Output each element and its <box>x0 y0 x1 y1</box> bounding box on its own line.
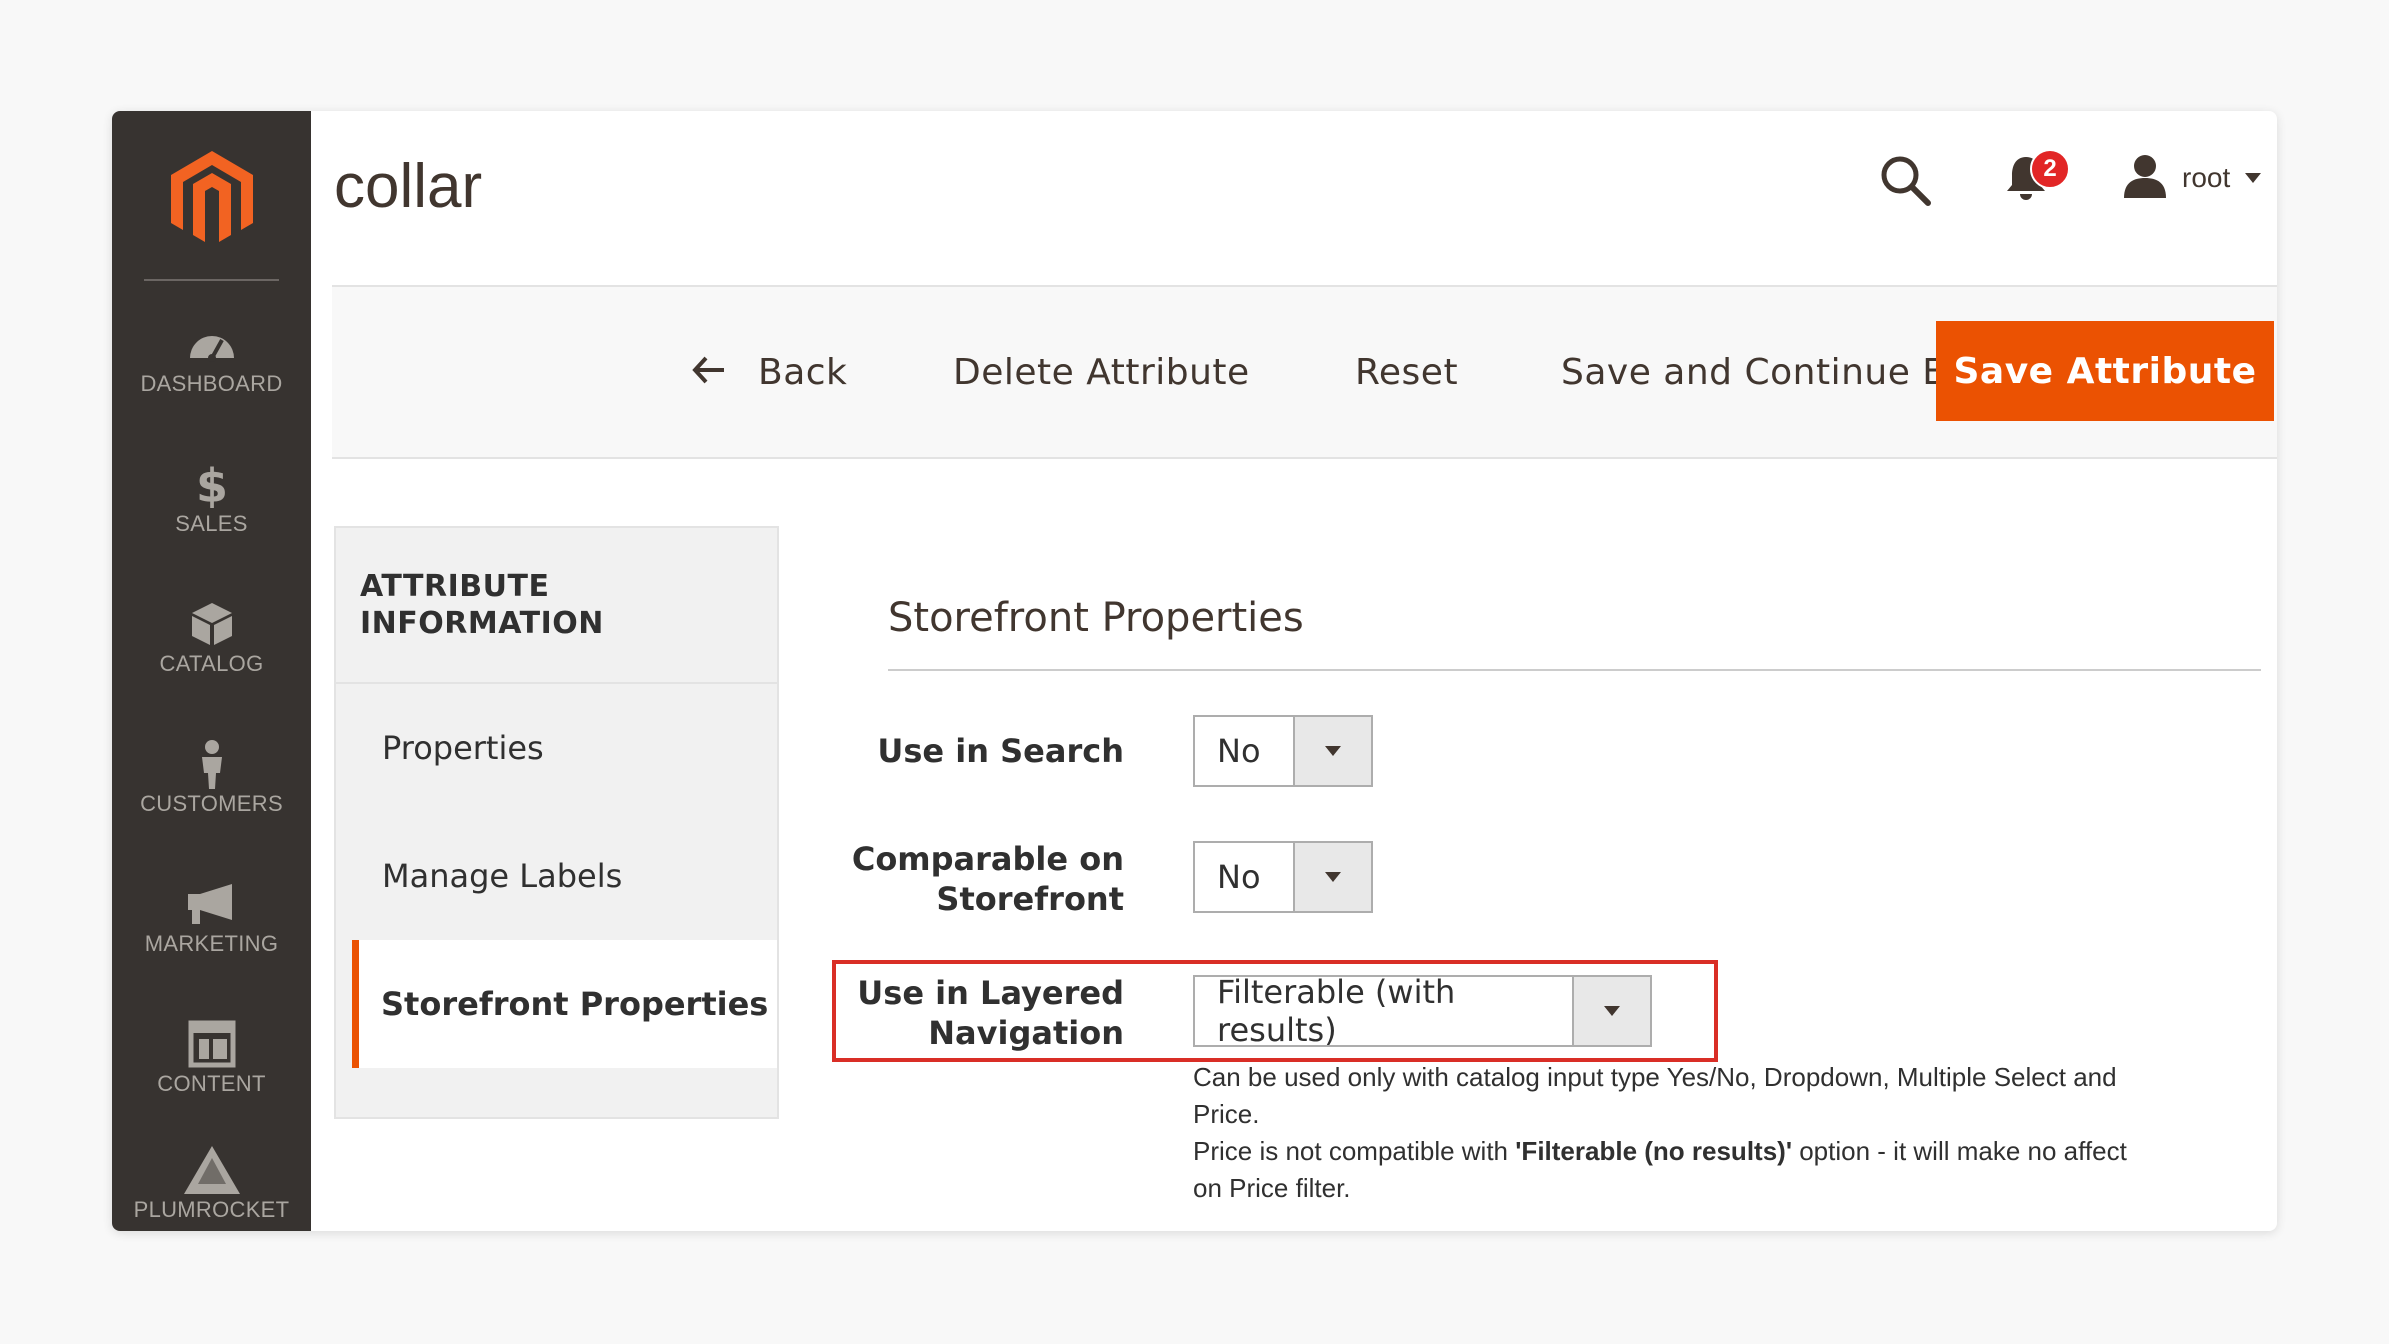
use-in-layered-navigation-select[interactable]: Filterable (with results) <box>1193 973 1652 1049</box>
back-button-label: Back <box>758 351 848 393</box>
sidebar-item-customers[interactable]: CUSTOMERS <box>112 727 311 847</box>
save-attribute-button[interactable]: Save Attribute <box>1936 321 2274 421</box>
svg-text:$: $ <box>195 460 227 508</box>
plumrocket-icon <box>182 1146 242 1194</box>
back-button[interactable]: Back <box>692 287 847 457</box>
dashboard-gauge-icon <box>186 321 238 367</box>
save-and-continue-button[interactable]: Save and Continue Edit <box>1561 287 1994 457</box>
notification-count-badge[interactable]: 2 <box>2030 149 2070 189</box>
tab-manage-labels[interactable]: Manage Labels <box>336 812 777 940</box>
page-title: collar <box>334 152 483 221</box>
sidebar-item-content[interactable]: CONTENT <box>112 1007 311 1127</box>
user-avatar-icon <box>2122 154 2168 202</box>
sidebar-item-plumrocket[interactable]: PLUMROCKET <box>112 1133 311 1231</box>
person-icon <box>195 740 229 789</box>
price-compat-note: Price is not compatible with 'Filterable… <box>1193 1136 2127 1203</box>
box-icon <box>190 601 234 647</box>
attribute-tabs-panel: ATTRIBUTE INFORMATION Properties Manage … <box>334 526 779 1119</box>
search-icon[interactable] <box>1878 153 1932 211</box>
delete-attribute-button[interactable]: Delete Attribute <box>953 287 1250 457</box>
sidebar-item-catalog[interactable]: CATALOG <box>112 587 311 707</box>
tab-properties[interactable]: Properties <box>336 684 777 812</box>
use-in-search-label: Use in Search <box>877 732 1124 770</box>
magento-logo-icon[interactable] <box>167 149 257 247</box>
use-in-layered-navigation-label: Use in Layered Navigation <box>857 974 1124 1052</box>
reset-button[interactable]: Reset <box>1355 287 1458 457</box>
user-name: root <box>2182 162 2231 193</box>
chevron-down-icon <box>1293 843 1371 911</box>
user-account-menu[interactable]: root <box>2122 153 2262 203</box>
sidebar-divider <box>144 279 279 281</box>
layout-icon <box>188 1020 236 1068</box>
comparable-on-storefront-label: Comparable on Storefront <box>851 840 1124 918</box>
admin-window: DASHBOARD $ SALES CATALOG CUSTOMERS MARK… <box>112 111 2277 1231</box>
tabs-heading: ATTRIBUTE INFORMATION <box>360 569 604 641</box>
comparable-on-storefront-select[interactable]: No <box>1193 841 1373 913</box>
layered-navigation-note: Can be used only with catalog input type… <box>1193 1059 2143 1207</box>
section-divider <box>888 669 2261 671</box>
chevron-down-icon <box>2244 169 2262 188</box>
dollar-icon: $ <box>192 460 232 508</box>
admin-sidebar: DASHBOARD $ SALES CATALOG CUSTOMERS MARK… <box>112 111 311 1231</box>
tab-storefront-properties[interactable]: Storefront Properties <box>352 940 777 1068</box>
chevron-down-icon <box>1293 717 1371 785</box>
sidebar-item-marketing[interactable]: MARKETING <box>112 867 311 987</box>
megaphone-icon <box>186 881 238 927</box>
sidebar-item-sales[interactable]: $ SALES <box>112 447 311 567</box>
chevron-down-icon <box>1572 977 1650 1045</box>
sidebar-item-dashboard[interactable]: DASHBOARD <box>112 307 311 427</box>
arrow-left-icon <box>692 352 726 393</box>
section-title: Storefront Properties <box>888 595 1304 641</box>
use-in-search-select[interactable]: No <box>1193 715 1373 787</box>
